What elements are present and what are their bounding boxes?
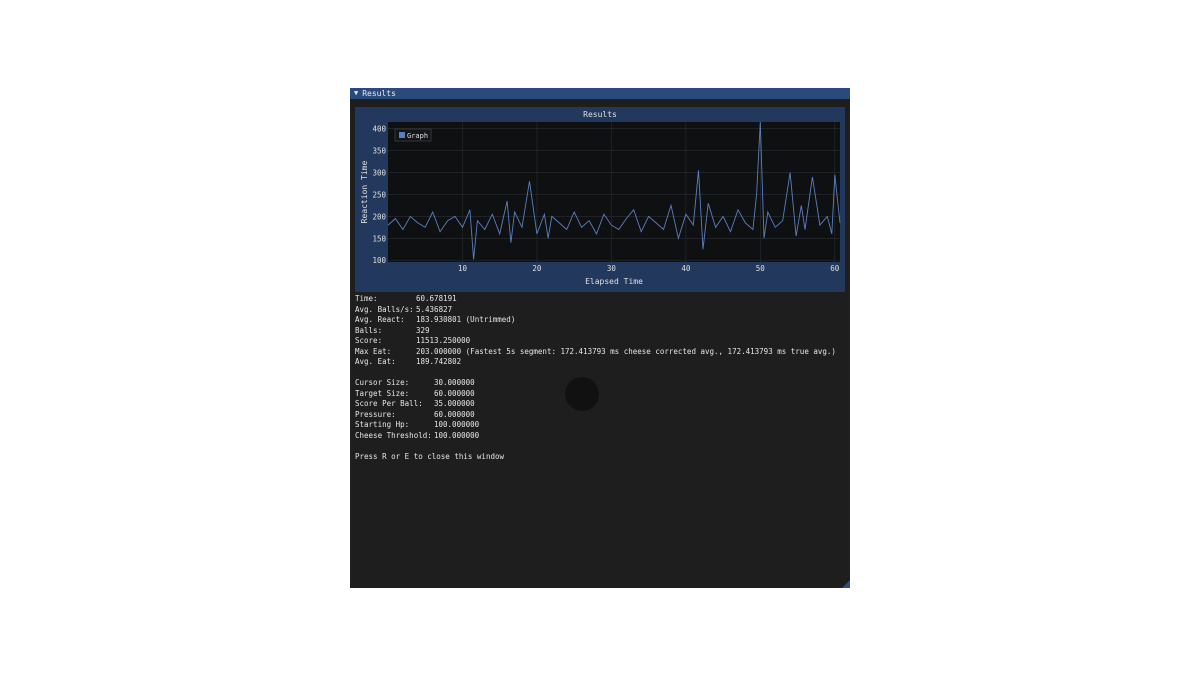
stat-label: Avg. React: [355, 315, 405, 324]
stat-row: Score: 11513.250000 [355, 336, 836, 347]
stat-label: Avg. Balls/s: [355, 304, 414, 314]
stat-row: Avg. Eat: 189.742802 [355, 357, 836, 368]
setting-value: 60.000000 [434, 388, 475, 398]
setting-label: Starting Hp: [355, 420, 410, 429]
resize-grip[interactable] [842, 580, 850, 588]
x-tick-label: 20 [532, 264, 542, 273]
y-tick-label: 150 [372, 234, 386, 243]
setting-row: Pressure: 60.000000 [355, 410, 836, 421]
stat-value: 329 [416, 325, 430, 335]
stat-label: Score: [355, 336, 383, 345]
legend-swatch [399, 132, 405, 138]
setting-value: 35.000000 [434, 399, 475, 408]
plot-area[interactable] [388, 122, 840, 262]
setting-value: 30.000000 [434, 378, 475, 387]
stat-label: Max Eat: [355, 346, 392, 356]
collapse-triangle-icon[interactable]: ▼ [354, 88, 358, 99]
stat-label: Time: [355, 294, 378, 303]
stat-value: 60.678191 [416, 294, 457, 303]
setting-value: 60.000000 [434, 409, 475, 419]
stat-value: 11513.250000 [416, 336, 471, 345]
x-tick-label: 40 [681, 264, 691, 273]
y-tick-label: 250 [372, 190, 386, 199]
x-axis-label: Elapsed Time [585, 277, 643, 286]
stat-label: Balls: [355, 325, 383, 335]
stat-row: Avg. React: 183.930801 (Untrimmed) [355, 315, 836, 326]
setting-value: 100.000000 [434, 420, 480, 429]
y-tick-labels: 100 150 200 250 300 350 400 [372, 125, 386, 266]
setting-value: 100.000000 [434, 430, 480, 440]
setting-label: Target Size: [355, 388, 410, 398]
legend-label: Graph [407, 132, 428, 140]
x-tick-label: 50 [756, 264, 766, 273]
reaction-time-chart[interactable]: 100 150 200 250 300 350 400 10 20 30 40 50 60 Elaps… [355, 107, 845, 292]
results-window: ▼ Results Results 100 150 200 250 300 350 400 … [350, 88, 850, 588]
legend[interactable]: Graph [394, 128, 432, 142]
setting-label: Score Per Ball: [355, 399, 423, 408]
stats-panel: Time: 60.678191 Avg. Balls/s: 5.436827 Avg… [355, 294, 836, 462]
y-tick-label: 400 [372, 125, 386, 134]
y-tick-label: 350 [372, 147, 386, 156]
y-tick-label: 100 [372, 256, 386, 265]
y-axis-label: Reaction Time [360, 161, 369, 224]
stat-row: Time: 60.678191 [355, 294, 836, 305]
window-title: Results [362, 89, 396, 98]
x-tick-label: 30 [607, 264, 617, 273]
stat-label: Avg. Eat: [355, 357, 396, 366]
stat-value: 183.930801 (Untrimmed) [416, 315, 516, 324]
x-tick-labels: 10 20 30 40 50 60 [458, 264, 840, 273]
stat-row: Max Eat: 203.000000 (Fastest 5s segment: … [355, 347, 836, 358]
y-tick-label: 300 [372, 168, 386, 177]
stat-value: 203.000000 (Fastest 5s segment: 172.4137… [416, 346, 836, 356]
setting-row: Cheese Threshold: 100.000000 [355, 431, 836, 442]
stat-row: Balls: 329 [355, 326, 836, 337]
x-tick-label: 60 [830, 264, 840, 273]
stat-row: Avg. Balls/s: 5.436827 [355, 305, 836, 316]
setting-label: Cheese Threshold: [355, 430, 432, 440]
stat-value: 189.742802 [416, 357, 462, 366]
setting-label: Pressure: [355, 409, 396, 419]
x-tick-label: 10 [458, 264, 468, 273]
cursor-indicator [565, 377, 599, 411]
setting-label: Cursor Size: [355, 378, 410, 387]
stat-value: 5.436827 [416, 304, 453, 314]
plot-frame: Results 100 150 200 250 300 350 400 10 20 30 40 50… [355, 107, 845, 292]
y-tick-label: 200 [372, 212, 386, 221]
setting-row: Starting Hp: 100.000000 [355, 420, 836, 431]
close-instructions: Press R or E to close this window [355, 451, 505, 461]
window-title-bar[interactable]: ▼ Results [350, 88, 850, 99]
